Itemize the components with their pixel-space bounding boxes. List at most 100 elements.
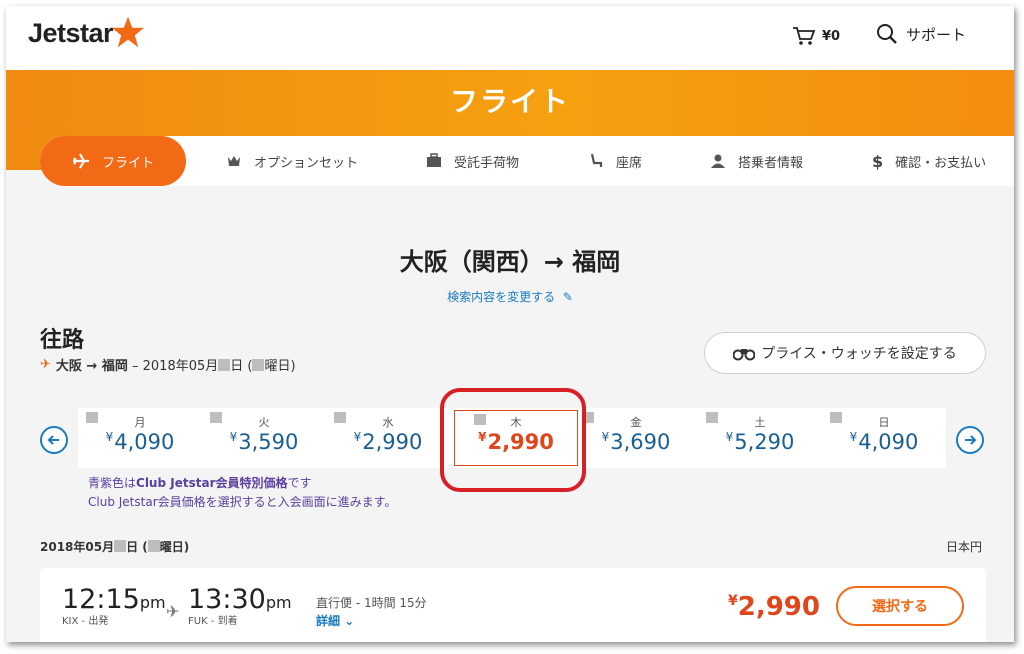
top-header: Jetstar ¥0 サポート bbox=[6, 6, 1014, 70]
weekday-label: 金 bbox=[630, 416, 642, 429]
search-icon bbox=[877, 24, 897, 44]
browser-frame: Jetstar ¥0 サポート フライト フライト オプションセット 受託手荷物… bbox=[6, 6, 1014, 642]
weekday-label: 水 bbox=[382, 416, 394, 429]
date-price: 4,090 bbox=[858, 430, 919, 454]
support-link[interactable]: サポート bbox=[876, 23, 966, 45]
date-option[interactable]: 日 ¥4,090 bbox=[822, 408, 946, 468]
date-option[interactable]: 水 ¥2,990 bbox=[326, 408, 450, 468]
yen-sign: ¥ bbox=[229, 430, 238, 444]
yen-sign: ¥ bbox=[849, 430, 858, 444]
plane-icon: ✈ bbox=[166, 602, 180, 621]
date-option[interactable]: 火 ¥3,590 bbox=[202, 408, 326, 468]
results-date: 2018年05月日 (曜日) bbox=[40, 538, 189, 555]
logo-text: Jetstar bbox=[28, 18, 114, 48]
step-label: 搭乗者情報 bbox=[738, 155, 804, 171]
weekday-label: 月 bbox=[134, 416, 146, 429]
yen-sign: ¥ bbox=[601, 430, 610, 444]
redacted-weekday bbox=[252, 358, 265, 371]
flight-fare: ¥2,990 bbox=[728, 592, 820, 622]
date-option[interactable]: 金 ¥3,690 bbox=[574, 408, 698, 468]
depart-ampm: pm bbox=[139, 593, 166, 612]
leg-date-prefix: – 2018年05月 bbox=[132, 359, 219, 374]
step-flight[interactable]: フライト bbox=[40, 136, 186, 186]
depart-time-value: 12:15 bbox=[62, 584, 140, 615]
yen-sign: ¥ bbox=[353, 430, 362, 444]
step-seat[interactable]: 座席 bbox=[588, 136, 642, 186]
date-option[interactable]: 月 ¥4,090 bbox=[78, 408, 202, 468]
arrive-ampm: pm bbox=[265, 593, 292, 612]
currency-label: 日本円 bbox=[946, 540, 983, 554]
redacted-date bbox=[218, 358, 231, 371]
jetstar-logo[interactable]: Jetstar bbox=[28, 16, 145, 49]
date-price: 3,690 bbox=[610, 430, 671, 454]
baggage-icon bbox=[426, 153, 442, 169]
cart-icon bbox=[793, 27, 816, 45]
note-suffix: です bbox=[287, 476, 312, 490]
yen-sign: ¥ bbox=[728, 593, 738, 609]
prev-dates-button[interactable] bbox=[40, 426, 68, 454]
yen-sign: ¥ bbox=[725, 430, 734, 444]
price-watch-label: プライス・ウォッチを設定する bbox=[761, 346, 957, 362]
modify-search-link[interactable]: 検索内容を変更する ✎ bbox=[6, 288, 1014, 305]
arrive-time: 13:30pm bbox=[188, 584, 292, 615]
flight-info: 直行便 - 1時間 15分 bbox=[316, 596, 427, 610]
page-title: フライト bbox=[449, 85, 570, 118]
date-option[interactable]: 土 ¥5,290 bbox=[698, 408, 822, 468]
date-price: 5,290 bbox=[734, 430, 795, 454]
chevron-down-icon: ⌄ bbox=[344, 614, 355, 628]
arrow-left-icon bbox=[47, 435, 59, 445]
leg-summary: ✈ 大阪 → 福岡 – 2018年05月 日 ( 曜日) bbox=[40, 355, 296, 374]
leg-date-mid: 日 ( bbox=[230, 359, 253, 374]
seat-icon bbox=[588, 153, 604, 169]
dollar-icon: $ bbox=[872, 151, 884, 171]
person-icon bbox=[710, 153, 726, 169]
cart-button[interactable]: ¥0 bbox=[792, 26, 840, 46]
route-title: 大阪（関西）→ 福岡 bbox=[399, 248, 621, 276]
select-flight-button[interactable]: 選択する bbox=[836, 586, 964, 626]
section-title: 往路 bbox=[40, 328, 85, 353]
step-passenger[interactable]: 搭乗者情報 bbox=[710, 136, 803, 186]
note-bold: Club Jetstar会員特別価格 bbox=[136, 476, 288, 490]
star-icon bbox=[111, 16, 145, 47]
weekday-label: 土 bbox=[754, 416, 766, 429]
depart-time: 12:15pm bbox=[62, 584, 166, 615]
member-signup-note: Club Jetstar会員価格を選択すると入会画面に進みます。 bbox=[88, 495, 397, 509]
yen-sign: ¥ bbox=[105, 430, 114, 444]
note-prefix: 青紫色は bbox=[88, 476, 137, 490]
pencil-icon: ✎ bbox=[558, 290, 573, 304]
results-date-mid: 日 ( bbox=[126, 540, 148, 554]
step-label: 受託手荷物 bbox=[454, 155, 520, 171]
step-label: 確認・お支払い bbox=[895, 155, 987, 171]
step-options[interactable]: オプションセット bbox=[226, 136, 358, 186]
step-payment[interactable]: $ 確認・お支払い bbox=[872, 136, 986, 186]
fare-value: 2,990 bbox=[737, 592, 820, 622]
details-label: 詳細 bbox=[316, 614, 341, 628]
step-baggage[interactable]: 受託手荷物 bbox=[426, 136, 519, 186]
step-label: フライト bbox=[101, 155, 154, 171]
depart-airport: KIX - 出発 bbox=[62, 616, 109, 627]
price-watch-button[interactable]: プライス・ウォッチを設定する bbox=[704, 332, 986, 374]
member-price-note: 青紫色はClub Jetstar会員特別価格です bbox=[88, 474, 312, 491]
step-label: オプションセット bbox=[254, 155, 359, 171]
modify-search-label: 検索内容を変更する bbox=[447, 290, 556, 304]
date-price: 4,090 bbox=[114, 430, 175, 454]
plane-icon bbox=[72, 152, 90, 170]
binoculars-icon bbox=[733, 349, 756, 361]
arrive-time-value: 13:30 bbox=[188, 584, 266, 615]
plane-icon: ✈ bbox=[40, 357, 51, 372]
cart-amount: ¥0 bbox=[822, 28, 841, 44]
results-date-prefix: 2018年05月 bbox=[40, 540, 115, 554]
leg-route: 大阪 → 福岡 bbox=[55, 359, 128, 374]
redacted-weekday bbox=[147, 540, 160, 552]
next-dates-button[interactable] bbox=[956, 426, 984, 454]
select-label: 選択する bbox=[872, 599, 928, 615]
date-price: 2,990 bbox=[362, 430, 423, 454]
flight-details-link[interactable]: 詳細 ⌄ bbox=[316, 612, 354, 629]
date-price: 3,590 bbox=[238, 430, 299, 454]
arrow-right-icon bbox=[965, 435, 977, 445]
arrive-airport: FUK - 到着 bbox=[188, 616, 238, 627]
weekday-label: 火 bbox=[258, 416, 270, 429]
support-label: サポート bbox=[906, 25, 967, 44]
weekday-label: 日 bbox=[878, 416, 890, 429]
leg-date-suffix: 曜日) bbox=[264, 359, 296, 374]
